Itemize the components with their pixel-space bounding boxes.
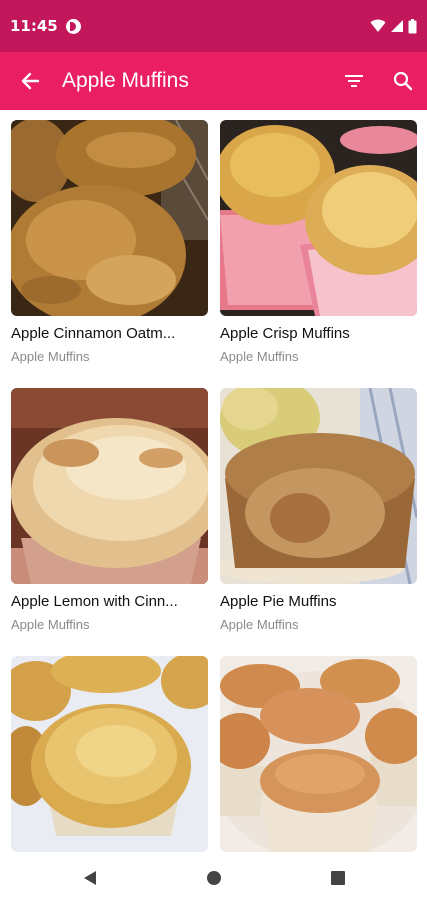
recipe-title: Apple Crisp Muffins (220, 325, 350, 342)
search-button[interactable] (378, 52, 427, 110)
recipe-card[interactable] (11, 656, 208, 855)
search-icon (393, 71, 412, 91)
recipe-category: Apple Muffins (11, 349, 90, 364)
status-time: 11:45 (10, 17, 58, 35)
nav-back-button[interactable] (28, 855, 152, 900)
recipe-card[interactable] (220, 656, 417, 855)
battery-icon (408, 18, 417, 33)
recipe-image (220, 656, 417, 852)
recipe-title: Apple Cinnamon Oatm... (11, 325, 176, 342)
nav-back-icon (83, 870, 96, 885)
signal-icon (391, 20, 403, 32)
recipe-image (220, 120, 417, 316)
filter-button[interactable] (329, 52, 378, 110)
nav-home-icon (206, 870, 221, 885)
recipe-category: Apple Muffins (220, 617, 299, 632)
back-button[interactable] (0, 52, 60, 110)
recipe-card[interactable]: Apple Pie Muffins Apple Muffins (220, 388, 417, 633)
nav-recents-button[interactable] (276, 855, 400, 900)
wifi-icon (370, 19, 386, 32)
filter-icon (344, 75, 363, 87)
status-bar: 11:45 (0, 0, 427, 52)
nav-home-button[interactable] (152, 855, 276, 900)
app-actions (329, 52, 427, 110)
recipe-image (220, 388, 417, 584)
system-nav-bar (0, 855, 427, 900)
page-title: Apple Muffins (62, 69, 189, 92)
recipe-image (11, 388, 208, 584)
app-bar: Apple Muffins (0, 52, 427, 110)
recipe-card[interactable]: Apple Cinnamon Oatm... Apple Muffins (11, 120, 208, 365)
back-arrow-icon (21, 72, 40, 90)
notification-badge-icon (65, 18, 81, 34)
recipe-card[interactable]: Apple Lemon with Cinn... Apple Muffins (11, 388, 208, 633)
recipe-title: Apple Pie Muffins (220, 593, 337, 610)
recipe-category: Apple Muffins (11, 617, 90, 632)
recipe-card[interactable]: Apple Crisp Muffins Apple Muffins (220, 120, 417, 365)
recipe-category: Apple Muffins (220, 349, 299, 364)
status-icons (370, 18, 417, 34)
nav-recents-icon (330, 870, 345, 885)
recipe-grid: Apple Cinnamon Oatm... Apple Muffins App… (0, 110, 427, 855)
recipe-image (11, 120, 208, 316)
recipe-title: Apple Lemon with Cinn... (11, 593, 178, 610)
recipe-image (11, 656, 208, 852)
